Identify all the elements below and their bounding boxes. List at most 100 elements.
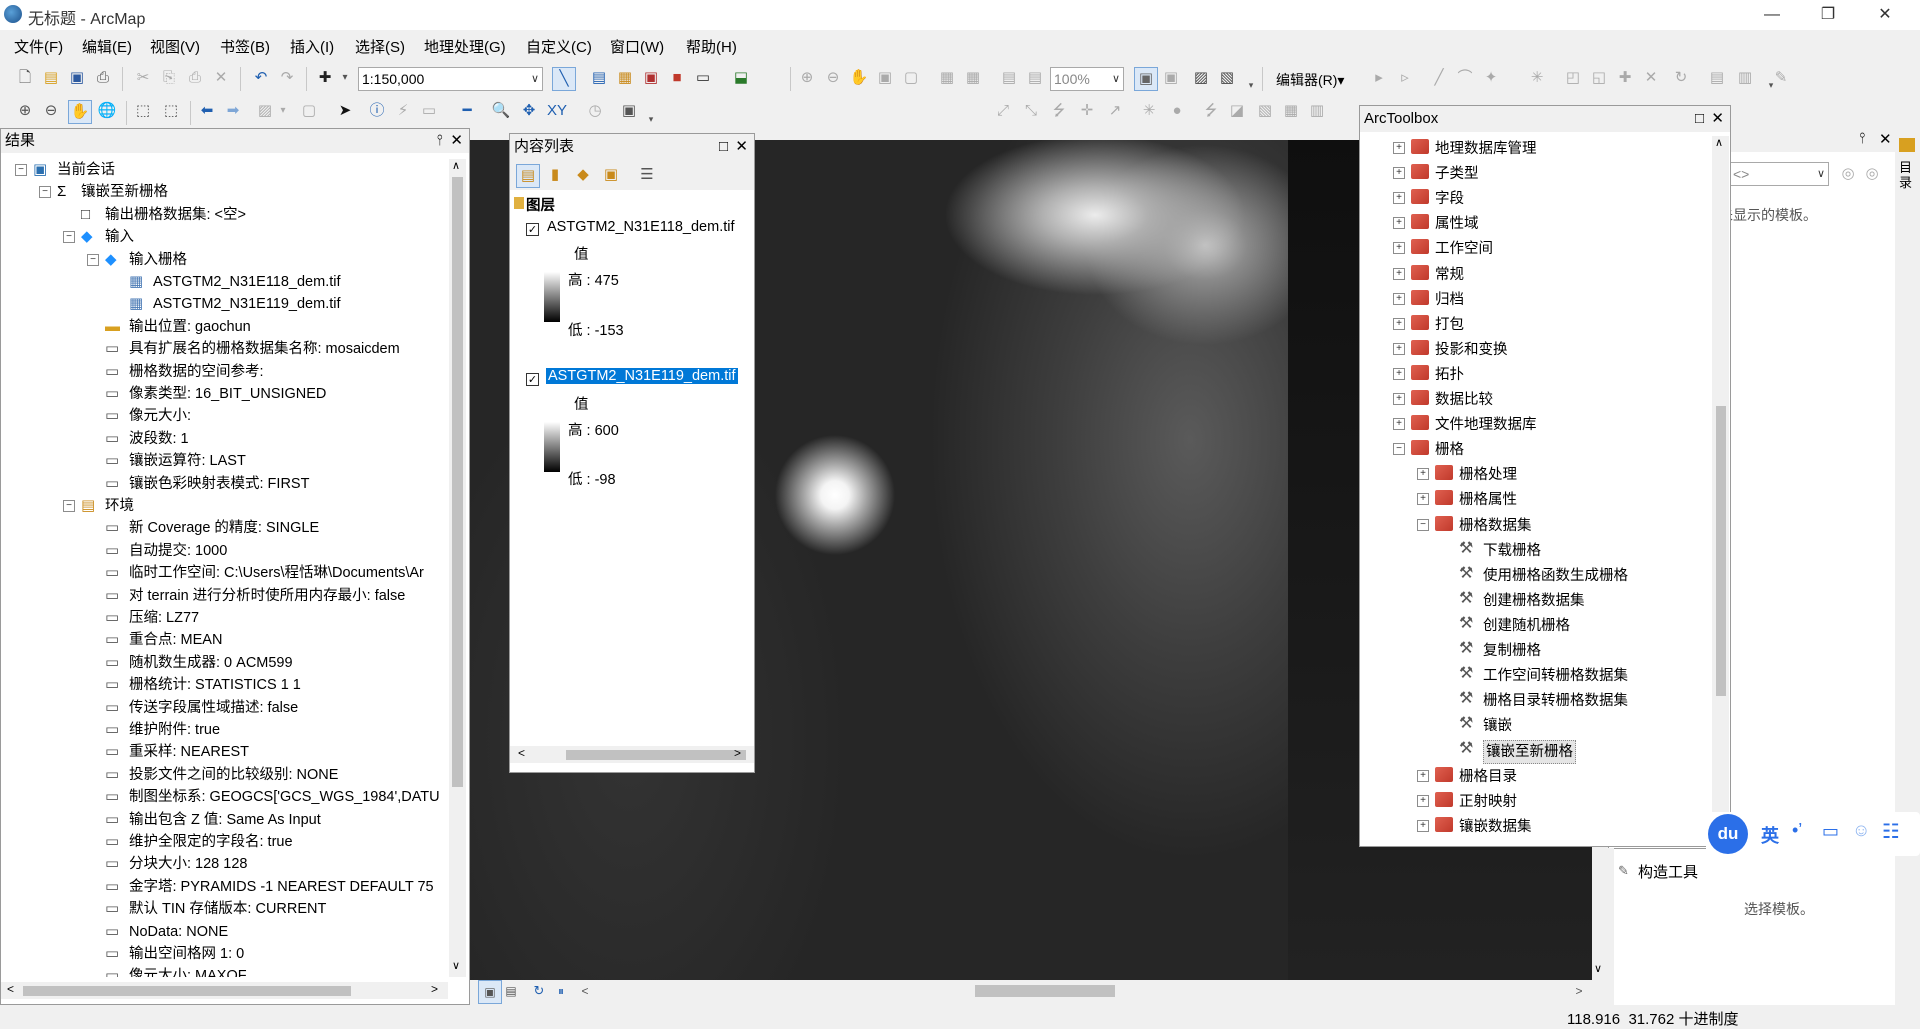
results-tree-row[interactable]: ▬ 输出位置: gaochun xyxy=(1,316,448,338)
toolbox-tree-row[interactable]: − 栅格数据集 xyxy=(1360,513,1710,535)
arctoolbox-icon[interactable]: ■ xyxy=(666,67,688,89)
results-tree-row[interactable]: ▭ 临时工作空间: C:\Users\程恬琳\Documents\Ar xyxy=(1,562,448,584)
expand-toggle-icon[interactable]: + xyxy=(1417,794,1429,807)
straight-segment-icon[interactable]: ╱ xyxy=(1428,67,1450,89)
results-tree-row[interactable]: ▦ ASTGTM2_N31E119_dem.tif xyxy=(1,293,448,315)
results-tree-row[interactable]: ▭ NoData: NONE xyxy=(1,921,448,943)
results-tree-row[interactable]: ▭ 像素类型: 16_BIT_UNSIGNED xyxy=(1,383,448,405)
layer-2-name[interactable]: ASTGTM2_N31E119_dem.tif xyxy=(546,368,738,384)
results-tree-row[interactable]: ▭ 栅格统计: STATISTICS 1 1 xyxy=(1,674,448,696)
scroll-left-icon[interactable]: < xyxy=(7,982,14,996)
reshape-feature-icon[interactable]: ◱ xyxy=(1588,67,1610,89)
ime-punctuation-icon[interactable]: •’ xyxy=(1792,820,1802,841)
point-icon[interactable]: ✳ xyxy=(1526,67,1548,89)
menu-geoprocessing[interactable]: 地理处理(G) xyxy=(424,36,506,57)
identify-icon[interactable]: ⓘ xyxy=(366,100,388,122)
catalog-icon[interactable]: ▦ xyxy=(614,67,636,89)
results-horizontal-scrollbar[interactable]: < > xyxy=(1,982,448,999)
close-icon[interactable]: ✕ xyxy=(735,134,748,160)
results-tree-row[interactable]: ▭ 对 terrain 进行分析时使所用内存最小: false xyxy=(1,585,448,607)
results-tree-row[interactable]: ▭ 栅格数据的空间参考: xyxy=(1,361,448,383)
go-forward-extent-icon[interactable]: ▤ xyxy=(1024,67,1046,89)
attributes-icon[interactable]: ▤ xyxy=(1706,67,1728,89)
results-tree-row[interactable]: ▭ 新 Coverage 的精度: SINGLE xyxy=(1,517,448,539)
pin-icon[interactable]: ⫯ xyxy=(1859,130,1866,147)
layout-zoom-combo[interactable]: 100% ∨ xyxy=(1050,67,1124,91)
scroll-right-icon[interactable]: > xyxy=(431,982,438,996)
georef-tool-4-icon[interactable]: ✛ xyxy=(1076,100,1098,122)
organize-templates-icon[interactable]: ◎ xyxy=(1837,163,1859,185)
maximize-icon[interactable]: □ xyxy=(719,134,728,160)
georef-tool-2-icon[interactable]: ⤡ xyxy=(1020,100,1042,122)
toolbox-tree-row[interactable]: ⚒ 工作空间转栅格数据集 xyxy=(1360,663,1710,685)
pin-icon[interactable]: ⫯ xyxy=(436,129,443,153)
chevron-down-icon[interactable]: ∨ xyxy=(1112,68,1120,90)
scroll-thumb[interactable] xyxy=(566,750,746,760)
ime-language-toggle[interactable]: 英 xyxy=(1761,822,1779,848)
data-view-icon[interactable]: ▣ xyxy=(478,980,502,1004)
menu-insert[interactable]: 插入(I) xyxy=(290,36,334,57)
toolbox-tree-row[interactable]: + 投影和变换 xyxy=(1360,337,1710,359)
list-by-visibility-icon[interactable]: ◆ xyxy=(572,164,594,186)
scroll-down-icon[interactable]: ∨ xyxy=(452,959,460,972)
template-filter-combo[interactable]: <> ∨ xyxy=(1729,162,1829,186)
map-horizontal-scroll-thumb[interactable] xyxy=(975,985,1115,997)
chevron-down-icon[interactable]: ∨ xyxy=(1817,163,1825,185)
html-popup-icon[interactable]: ▭ xyxy=(418,100,440,122)
minimize-icon[interactable]: — xyxy=(1749,0,1795,30)
results-tree-row[interactable]: ▭ 波段数: 1 xyxy=(1,428,448,450)
toolbox-tree-row[interactable]: ⚒ 镶嵌至新栅格 xyxy=(1360,738,1710,765)
georef-tool-3-icon[interactable]: ⭍ xyxy=(1048,100,1070,122)
close-icon[interactable]: ✕ xyxy=(1711,106,1724,132)
menu-selection[interactable]: 选择(S) xyxy=(355,36,405,57)
expand-toggle-icon[interactable]: + xyxy=(1393,142,1405,154)
add-data-icon[interactable]: ✚ xyxy=(314,67,336,89)
zoom-whole-page-icon[interactable]: ▣ xyxy=(874,67,896,89)
add-data-dropdown-icon[interactable]: ▾ xyxy=(334,67,356,89)
scroll-up-icon[interactable]: ∧ xyxy=(452,159,460,172)
results-tree-row[interactable]: ▭ 自动提交: 1000 xyxy=(1,540,448,562)
close-icon[interactable]: ✕ xyxy=(1879,130,1892,148)
toolbox-tree-row[interactable]: + 常规 xyxy=(1360,262,1710,284)
results-tree-row[interactable]: ▭ 维护附件: true xyxy=(1,719,448,741)
expand-toggle-icon[interactable]: + xyxy=(1393,393,1405,405)
ime-keyboard-icon[interactable]: ▭ xyxy=(1822,821,1839,842)
results-tree-row[interactable]: ▭ 输出空间格网 1: 0 xyxy=(1,943,448,965)
toc-options-icon[interactable]: ☰ xyxy=(636,164,658,186)
globe-tool-icon[interactable]: ● xyxy=(1166,100,1188,122)
scroll-left-icon[interactable]: < xyxy=(518,746,525,760)
toolbox-tree-row[interactable]: ⚒ 栅格目录转栅格数据集 xyxy=(1360,688,1710,710)
expand-toggle-icon[interactable]: + xyxy=(1417,493,1429,506)
find-route-icon[interactable]: ✥ xyxy=(518,100,540,122)
expand-toggle-icon[interactable]: − xyxy=(1417,518,1429,531)
expand-toggle-icon[interactable]: + xyxy=(1393,192,1405,205)
pan-icon[interactable]: ✋ xyxy=(68,100,92,124)
menu-edit[interactable]: 编辑(E) xyxy=(82,36,132,57)
fixed-zoom-out-icon[interactable]: ⬚ xyxy=(160,100,182,122)
georef-tool-1-icon[interactable]: ⤢ xyxy=(992,100,1014,122)
toolbox-tree-row[interactable]: + 归档 xyxy=(1360,287,1710,309)
georef-tool-5-icon[interactable]: ↗ xyxy=(1104,100,1126,122)
toolbox-tree-row[interactable]: ⚒ 创建随机栅格 xyxy=(1360,613,1710,635)
scroll-right-icon[interactable]: > xyxy=(1568,980,1590,1002)
ime-user-icon[interactable]: ☺ xyxy=(1852,820,1870,841)
expand-toggle-icon[interactable]: + xyxy=(1393,317,1405,330)
sketch-properties-icon[interactable]: ▥ xyxy=(1734,67,1756,89)
fixed-zoom-in-icon[interactable]: ▦ xyxy=(936,67,958,89)
layer-2-visibility-checkbox[interactable]: ✓ xyxy=(526,373,539,386)
toolbox-tree-row[interactable]: + 地理数据库管理 xyxy=(1360,136,1710,158)
results-tree-row[interactable]: ▭ 镶嵌色彩映射表模式: FIRST xyxy=(1,473,448,495)
layout-pan-icon[interactable]: ✋ xyxy=(848,67,870,89)
measure-icon[interactable]: ━ xyxy=(456,100,478,122)
close-icon[interactable]: ✕ xyxy=(450,129,463,153)
select-elements-icon[interactable]: ➤ xyxy=(334,100,356,122)
end-point-arc-icon[interactable]: ⌒ xyxy=(1454,67,1476,89)
menu-windows[interactable]: 窗口(W) xyxy=(610,36,664,57)
toolbox-tree-row[interactable]: + 数据比较 xyxy=(1360,387,1710,409)
copy-icon[interactable]: ⎘ xyxy=(158,67,180,89)
toolbar-overflow-icon[interactable]: ▾ xyxy=(640,108,662,130)
full-extent-icon[interactable]: 🌐 xyxy=(96,100,118,122)
edit-tool-icon[interactable]: ▸ xyxy=(1368,67,1390,89)
expand-toggle-icon[interactable]: + xyxy=(1393,217,1405,230)
toolbox-tree-row[interactable]: ⚒ 创建栅格数据集 xyxy=(1360,588,1710,610)
